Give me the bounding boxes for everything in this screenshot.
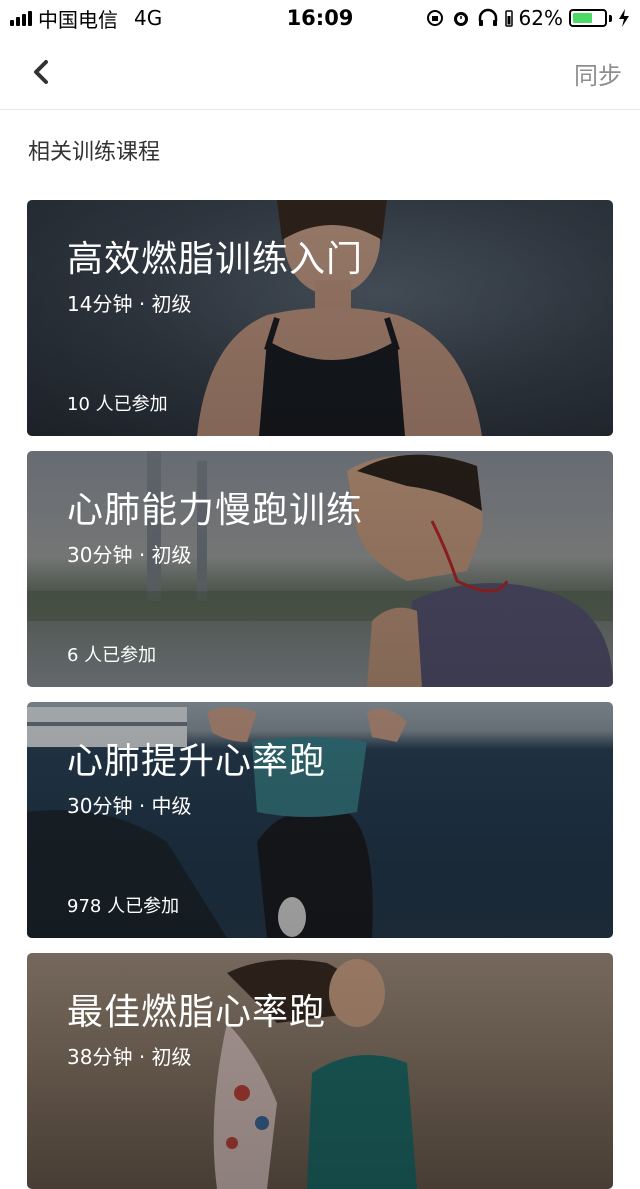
course-duration: 38分钟	[67, 1045, 133, 1069]
charging-bolt-icon	[619, 9, 629, 27]
course-level: 初级	[151, 543, 192, 567]
back-button[interactable]	[26, 54, 56, 90]
course-participants: 6 人已参加	[67, 645, 157, 666]
course-title: 最佳燃脂心率跑	[67, 992, 327, 1033]
course-participants: 978 人已参加	[67, 896, 180, 917]
course-card[interactable]: 最佳燃脂心率跑 38分钟 · 初级	[27, 953, 613, 1189]
course-meta: 38分钟 · 初级	[67, 1045, 192, 1069]
carrier-label: 中国电信	[38, 7, 118, 32]
course-title: 心肺提升心率跑	[67, 741, 327, 782]
course-duration: 14分钟	[67, 292, 133, 316]
status-bar: 中国电信 4G 16:09 62%	[0, 0, 640, 36]
status-right: 62%	[425, 6, 630, 30]
alarm-icon	[453, 12, 468, 26]
headphone-battery-icon	[504, 10, 513, 27]
battery-icon	[569, 9, 612, 27]
course-title: 高效燃脂训练入门	[67, 239, 364, 280]
battery-percent: 62%	[518, 6, 563, 30]
course-card[interactable]: 高效燃脂训练入门 14分钟 · 初级 10 人已参加	[27, 200, 613, 436]
course-level: 初级	[151, 292, 192, 316]
course-meta: 30分钟 · 初级	[67, 543, 192, 567]
course-duration: 30分钟	[67, 794, 133, 818]
headphones-icon	[478, 8, 497, 26]
course-title: 心肺能力慢跑训练	[67, 490, 364, 531]
network-label: 4G	[134, 6, 163, 30]
status-left: 中国电信 4G	[10, 4, 162, 33]
course-card[interactable]: 心肺能力慢跑训练 30分钟 · 初级 6 人已参加	[27, 451, 613, 687]
course-meta: 14分钟 · 初级	[67, 292, 192, 316]
rotation-lock-icon	[426, 10, 443, 26]
section-title: 相关训练课程	[28, 140, 161, 165]
course-participants: 10 人已参加	[67, 394, 168, 415]
nav-bar: 同步	[0, 36, 640, 110]
clock: 16:09	[286, 6, 354, 30]
course-card[interactable]: 心肺提升心率跑 30分钟 · 中级 978 人已参加	[27, 702, 613, 938]
sync-button[interactable]: 同步	[574, 56, 622, 91]
course-duration: 30分钟	[67, 543, 133, 567]
course-level: 中级	[151, 794, 192, 818]
chevron-left-icon	[34, 60, 48, 84]
signal-icon	[10, 10, 32, 26]
course-level: 初级	[151, 1045, 192, 1069]
course-meta: 30分钟 · 中级	[67, 794, 192, 818]
